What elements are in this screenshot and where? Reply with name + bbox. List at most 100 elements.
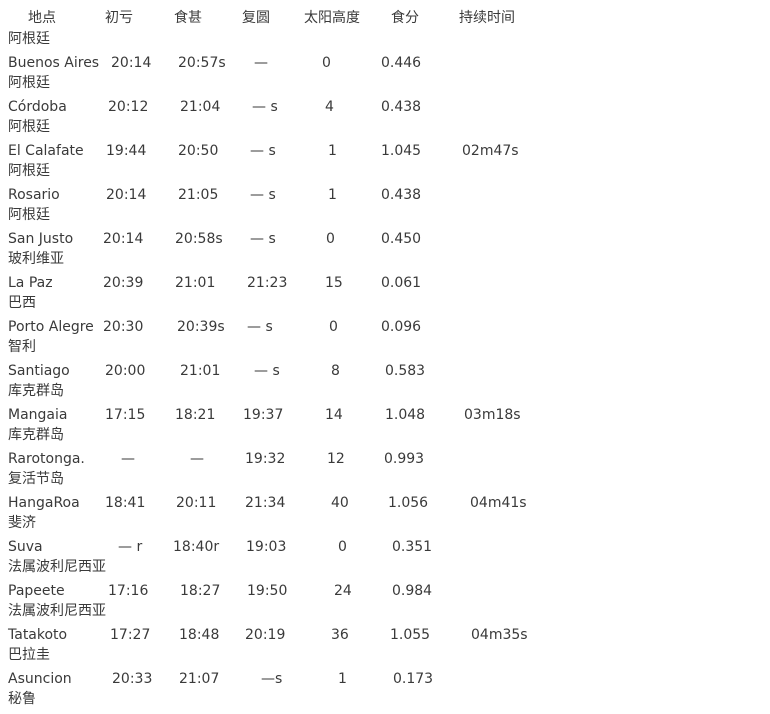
sun-altitude: 0	[329, 319, 338, 335]
sun-altitude: 40	[331, 495, 349, 511]
first-contact-time: 20:12	[108, 99, 149, 115]
country-label: 库克群岛	[8, 383, 64, 399]
country-label: 智利	[8, 339, 36, 355]
country-label: 法属波利尼西亚	[8, 603, 106, 619]
header-sun-altitude: 太阳高度	[304, 10, 360, 26]
location-name: Rosario	[8, 187, 60, 203]
country-label: 法属波利尼西亚	[8, 559, 106, 575]
location-name: Porto Alegre	[8, 319, 94, 335]
country-label: 阿根廷	[8, 207, 50, 223]
last-contact-time: — s	[247, 319, 273, 335]
magnitude: 0.438	[381, 187, 422, 203]
magnitude: 0.450	[381, 231, 422, 247]
maximum-time: 21:01	[180, 363, 221, 379]
last-contact-time: — s	[250, 187, 276, 203]
header-first-contact: 初亏	[105, 10, 133, 26]
maximum-time: 21:07	[179, 671, 220, 687]
location-name: San Justo	[8, 231, 74, 247]
magnitude: 0.351	[392, 539, 433, 555]
location-name: Tatakoto	[8, 627, 68, 643]
location-name: El Calafate	[8, 143, 84, 159]
location-name: Asuncion	[8, 671, 72, 687]
location-name: Mangaia	[8, 407, 68, 423]
sun-altitude: 8	[331, 363, 340, 379]
first-contact-time: 20:33	[112, 671, 153, 687]
magnitude: 0.446	[381, 55, 422, 71]
magnitude: 1.045	[381, 143, 422, 159]
sun-altitude: 36	[331, 627, 349, 643]
last-contact-time: 20:19	[245, 627, 286, 643]
maximum-time: 18:27	[180, 583, 221, 599]
country-label: 阿根廷	[8, 163, 50, 179]
country-label: 斐济	[8, 515, 36, 531]
first-contact-time: 18:41	[105, 495, 146, 511]
sun-altitude: 14	[325, 407, 343, 423]
country-label: 阿根廷	[8, 119, 50, 135]
maximum-time: 18:21	[175, 407, 216, 423]
sun-altitude: 0	[326, 231, 335, 247]
magnitude: 0.173	[393, 671, 434, 687]
maximum-time: —	[190, 451, 204, 467]
maximum-time: 18:40r	[173, 539, 220, 555]
sun-altitude: 1	[328, 143, 337, 159]
header-location: 地点	[28, 10, 56, 26]
maximum-time: 18:48	[179, 627, 220, 643]
magnitude: 1.048	[385, 407, 426, 423]
sun-altitude: 24	[334, 583, 352, 599]
last-contact-time: —s	[261, 671, 283, 687]
first-contact-time: —	[121, 451, 135, 467]
maximum-time: 20:11	[176, 495, 217, 511]
first-contact-time: 17:15	[105, 407, 146, 423]
location-name: Rarotonga.	[8, 451, 85, 467]
sun-altitude: 0	[338, 539, 347, 555]
maximum-time: 20:50	[178, 143, 219, 159]
last-contact-time: — s	[250, 231, 276, 247]
sun-altitude: 15	[325, 275, 343, 291]
header-magnitude: 食分	[391, 10, 419, 26]
country-label: 秘鲁	[8, 691, 36, 707]
magnitude: 0.993	[384, 451, 425, 467]
location-name: La Paz	[8, 275, 53, 291]
first-contact-time: 20:14	[103, 231, 144, 247]
last-contact-time: 19:32	[245, 451, 286, 467]
magnitude: 0.583	[385, 363, 426, 379]
last-contact-time: 21:34	[245, 495, 286, 511]
first-contact-time: 17:16	[108, 583, 149, 599]
maximum-time: 20:39s	[177, 319, 225, 335]
location-name: Buenos Aires	[8, 55, 100, 71]
country-label: 巴拉圭	[8, 647, 50, 663]
totality-duration: 02m47s	[462, 143, 519, 159]
first-contact-time: 20:30	[103, 319, 144, 335]
totality-duration: 03m18s	[464, 407, 521, 423]
first-contact-time: 20:14	[111, 55, 152, 71]
location-name: Suva	[8, 539, 43, 555]
first-contact-time: 20:14	[106, 187, 147, 203]
last-contact-time: 19:37	[243, 407, 284, 423]
last-contact-time: —	[254, 55, 268, 71]
magnitude: 0.096	[381, 319, 422, 335]
location-name: Córdoba	[8, 99, 67, 115]
last-contact-time: 19:50	[247, 583, 288, 599]
magnitude: 0.438	[381, 99, 422, 115]
location-name: HangaRoa	[8, 495, 80, 511]
sun-altitude: 0	[322, 55, 331, 71]
magnitude: 1.055	[390, 627, 431, 643]
maximum-time: 21:05	[178, 187, 219, 203]
sun-altitude: 4	[325, 99, 334, 115]
last-contact-time: — s	[254, 363, 280, 379]
location-name: Papeete	[8, 583, 65, 599]
country-label: 阿根廷	[8, 75, 50, 91]
country-label: 阿根廷	[8, 31, 50, 47]
magnitude: 0.984	[392, 583, 433, 599]
magnitude: 1.056	[388, 495, 429, 511]
sun-altitude: 12	[327, 451, 345, 467]
first-contact-time: 20:00	[105, 363, 146, 379]
country-label: 巴西	[8, 295, 36, 311]
first-contact-time: 17:27	[110, 627, 151, 643]
totality-duration: 04m35s	[471, 627, 528, 643]
totality-duration: 04m41s	[470, 495, 527, 511]
last-contact-time: 21:23	[247, 275, 288, 291]
country-label: 玻利维亚	[8, 251, 64, 267]
location-name: Santiago	[8, 363, 70, 379]
last-contact-time: — s	[250, 143, 276, 159]
